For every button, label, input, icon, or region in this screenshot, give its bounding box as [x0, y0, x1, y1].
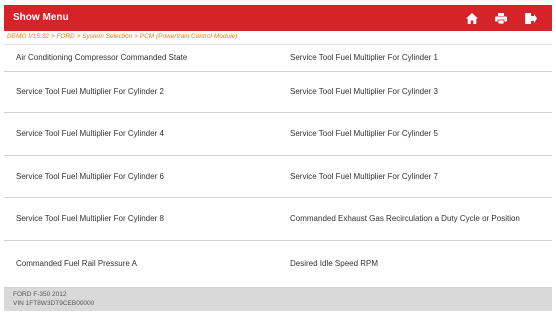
menu-item[interactable]: Service Tool Fuel Multiplier For Cylinde… [16, 113, 274, 155]
menu-row: Service Tool Fuel Multiplier For Cylinde… [4, 198, 552, 241]
menu-grid: Air Conditioning Compressor Commanded St… [4, 45, 552, 288]
menu-item[interactable]: Service Tool Fuel Multiplier For Cylinde… [16, 156, 274, 197]
menu-row: Service Tool Fuel Multiplier For Cylinde… [4, 72, 552, 113]
exit-button[interactable] [521, 9, 541, 27]
menu-item[interactable]: Service Tool Fuel Multiplier For Cylinde… [290, 156, 540, 197]
page-title: Show Menu [13, 12, 69, 23]
app-screen: Show Menu DEMO V15.32 > FORD > System Se… [4, 5, 552, 311]
home-button[interactable] [462, 9, 482, 27]
menu-item[interactable]: Service Tool Fuel Multiplier For Cylinde… [290, 72, 540, 112]
breadcrumb-text: DEMO V15.32 > FORD > System Selection > … [7, 33, 238, 40]
vehicle-info-footer: FORD F-350 2012 VIN 1FT8W3DT9CEB00000 [4, 288, 552, 311]
menu-item[interactable]: Service Tool Fuel Multiplier For Cylinde… [16, 198, 274, 240]
menu-row: Service Tool Fuel Multiplier For Cylinde… [4, 113, 552, 156]
print-icon [495, 12, 507, 24]
vehicle-model: FORD F-350 2012 [13, 291, 67, 298]
menu-item[interactable]: Service Tool Fuel Multiplier For Cylinde… [16, 72, 274, 112]
home-icon [466, 12, 478, 24]
menu-item[interactable]: Commanded Fuel Rail Pressure A [16, 241, 274, 287]
menu-row: Commanded Fuel Rail Pressure A Desired I… [4, 241, 552, 288]
menu-row: Air Conditioning Compressor Commanded St… [4, 45, 552, 72]
menu-item[interactable]: Service Tool Fuel Multiplier For Cylinde… [290, 113, 540, 155]
menu-item[interactable]: Desired Idle Speed RPM [290, 241, 540, 287]
menu-item[interactable]: Commanded Exhaust Gas Recirculation a Du… [290, 198, 540, 240]
exit-icon [525, 12, 537, 24]
menu-row: Service Tool Fuel Multiplier For Cylinde… [4, 156, 552, 198]
top-bar: Show Menu [4, 5, 552, 31]
menu-item[interactable]: Service Tool Fuel Multiplier For Cylinde… [290, 45, 540, 71]
vehicle-vin: VIN 1FT8W3DT9CEB00000 [13, 300, 95, 307]
print-button[interactable] [491, 9, 511, 27]
breadcrumb: DEMO V15.32 > FORD > System Selection > … [4, 31, 552, 45]
menu-item[interactable]: Air Conditioning Compressor Commanded St… [16, 45, 274, 71]
